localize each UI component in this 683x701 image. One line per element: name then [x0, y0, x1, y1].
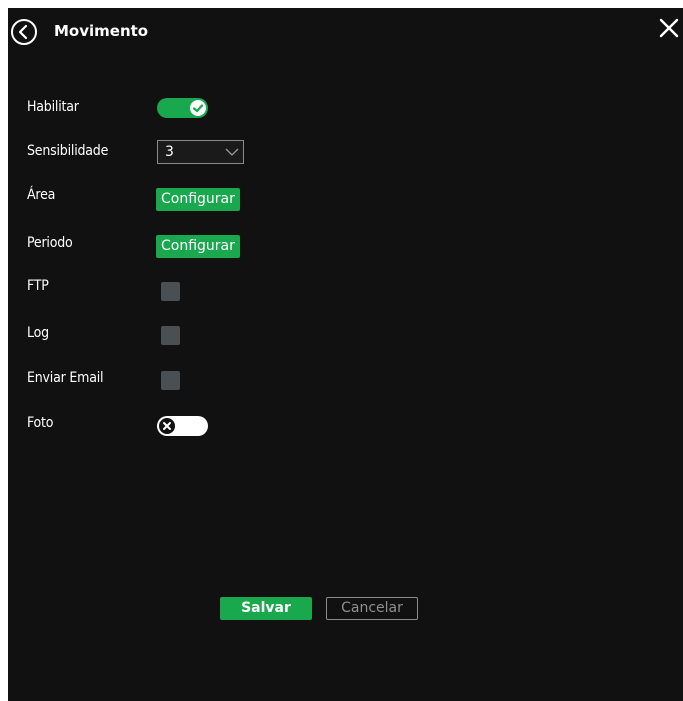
close-button[interactable] — [659, 18, 679, 38]
dialog-header: Movimento — [8, 8, 683, 54]
area-configure-button[interactable]: Configurar — [156, 188, 240, 211]
save-button[interactable]: Salvar — [220, 597, 312, 620]
back-circle-arrow-icon — [11, 19, 37, 45]
cancel-button[interactable]: Cancelar — [326, 597, 418, 620]
log-label: Log — [27, 325, 49, 341]
ftp-checkbox[interactable] — [161, 282, 180, 301]
log-checkbox[interactable] — [161, 326, 180, 345]
enviar-email-label: Enviar Email — [27, 370, 104, 386]
x-icon — [163, 422, 171, 430]
close-x-icon — [659, 18, 679, 38]
toggle-knob — [159, 418, 175, 434]
motion-dialog: Movimento Habilitar Sensibilidade 3 Área… — [8, 8, 683, 701]
sensibilidade-select[interactable]: 3 — [157, 140, 244, 164]
sensibilidade-label: Sensibilidade — [27, 143, 109, 159]
habilitar-toggle[interactable] — [157, 98, 208, 118]
periodo-label: Periodo — [27, 235, 73, 251]
enviar-email-checkbox[interactable] — [161, 371, 180, 390]
dialog-title: Movimento — [54, 22, 149, 40]
foto-label: Foto — [27, 415, 54, 431]
habilitar-label: Habilitar — [27, 99, 79, 115]
periodo-configure-button[interactable]: Configurar — [156, 235, 240, 258]
chevron-down-icon — [225, 148, 239, 156]
sensibilidade-value: 3 — [165, 144, 174, 160]
toggle-knob — [190, 100, 206, 116]
area-label: Área — [27, 187, 56, 203]
check-icon — [192, 104, 204, 113]
ftp-label: FTP — [27, 278, 49, 294]
back-button[interactable] — [10, 18, 38, 46]
foto-toggle[interactable] — [157, 416, 208, 436]
